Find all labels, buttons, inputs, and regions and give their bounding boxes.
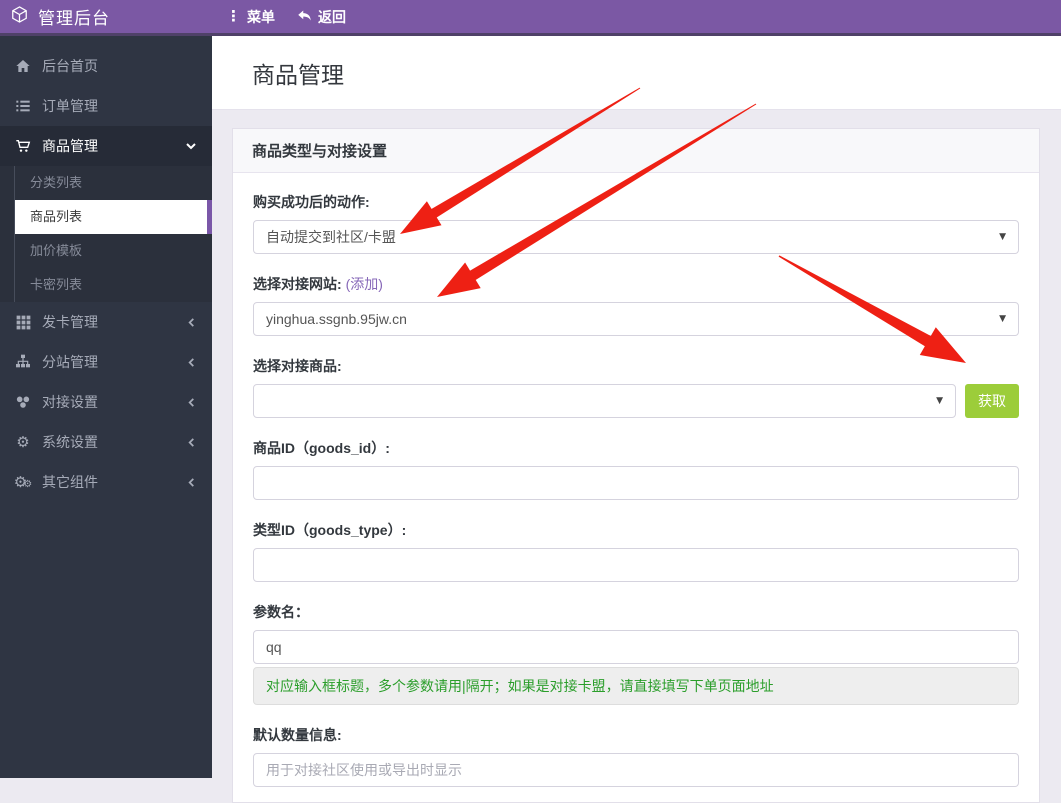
sidebar-item-label: 订单管理 — [42, 96, 98, 116]
sidebar-item-label: 发卡管理 — [42, 312, 98, 332]
field-param-name: 参数名： 对应输入框标题，多个参数请用|隔开；如果是对接卡盟，请直接填写下单页面… — [253, 602, 1019, 705]
select-value: yinghua.ssgnb.95jw.cn — [266, 311, 407, 327]
sidebar-item-docking-settings[interactable]: 对接设置 — [0, 382, 212, 422]
caret-down-icon: ▼ — [999, 314, 1006, 324]
app-title: 管理后台 — [38, 4, 110, 29]
back-label: 返回 — [318, 7, 346, 27]
panel-title: 商品类型与对接设置 — [233, 129, 1039, 173]
add-site-link[interactable]: (添加) — [346, 276, 383, 292]
sidebar-item-dashboard[interactable]: 后台首页 — [0, 46, 212, 86]
page-title: 商品管理 — [252, 56, 1061, 90]
goods-submenu: 分类列表 商品列表 加价模板 卡密列表 — [0, 166, 212, 302]
field-label: 参数名： — [253, 602, 1019, 622]
field-purchase-action: 购买成功后的动作: 自动提交到社区/卡盟 ▼ — [253, 192, 1019, 254]
admin-app: 管理后台 ⋮ 菜单 返回 后台首页 — [0, 0, 1061, 778]
back-button[interactable]: 返回 — [297, 7, 346, 27]
goods-id-input[interactable] — [253, 466, 1019, 500]
panel-body: 购买成功后的动作: 自动提交到社区/卡盟 ▼ 选择对接网站: (添加) ying… — [233, 173, 1039, 802]
sidebar-item-other-components[interactable]: ⚙⚙ 其它组件 — [0, 462, 212, 502]
field-dock-goods: 选择对接商品: ▼ 获取 — [253, 356, 1019, 418]
chevron-down-icon — [186, 141, 196, 151]
list-icon — [14, 98, 32, 114]
sidebar-item-label: 后台首页 — [42, 56, 98, 76]
sidebar-item-goods-list[interactable]: 商品列表 — [15, 200, 212, 234]
sidebar: 后台首页 订单管理 商品管理 分类列表 商品列表 加价模 — [0, 36, 212, 778]
sidebar-item-markup-template[interactable]: 加价模板 — [0, 234, 212, 268]
gears-icon: ⚙⚙ — [14, 474, 32, 490]
menu-toggle-button[interactable]: ⋮ 菜单 — [226, 7, 275, 27]
field-label: 选择对接网站: (添加) — [253, 274, 1019, 294]
sidebar-item-category-list[interactable]: 分类列表 — [0, 166, 212, 200]
shell: 后台首页 订单管理 商品管理 分类列表 商品列表 加价模 — [0, 36, 1061, 778]
gear-icon: ⚙ — [14, 435, 32, 450]
app-brand: 管理后台 — [0, 4, 212, 29]
purchase-action-select[interactable]: 自动提交到社区/卡盟 ▼ — [253, 220, 1019, 254]
field-dock-site: 选择对接网站: (添加) yinghua.ssgnb.95jw.cn ▼ — [253, 274, 1019, 336]
select-value: 自动提交到社区/卡盟 — [266, 227, 396, 247]
page-header: 商品管理 — [212, 36, 1061, 110]
chevron-left-icon — [187, 438, 196, 447]
field-goods-id: 商品ID（goods_id）: — [253, 438, 1019, 500]
field-label: 类型ID（goods_type）: — [253, 520, 1019, 540]
default-qty-input[interactable] — [253, 753, 1019, 787]
sidebar-item-goods[interactable]: 商品管理 — [0, 126, 212, 166]
sidebar-item-orders[interactable]: 订单管理 — [0, 86, 212, 126]
caret-down-icon: ▼ — [936, 396, 943, 406]
sidebar-item-label: 商品管理 — [42, 136, 98, 156]
field-label: 默认数量信息: — [253, 725, 1019, 745]
topbar: 管理后台 ⋮ 菜单 返回 — [0, 0, 1061, 36]
main-content: 商品管理 商品类型与对接设置 购买成功后的动作: 自动提交到社区/卡盟 ▼ 选择… — [212, 36, 1061, 778]
dock-goods-select[interactable]: ▼ — [253, 384, 956, 418]
dock-site-select[interactable]: yinghua.ssgnb.95jw.cn ▼ — [253, 302, 1019, 336]
field-label: 商品ID（goods_id）: — [253, 438, 1019, 458]
vertical-ellipsis-icon: ⋮ — [226, 9, 241, 24]
goods-docking-panel: 商品类型与对接设置 购买成功后的动作: 自动提交到社区/卡盟 ▼ 选择对接网站:… — [232, 128, 1040, 803]
goods-type-input[interactable] — [253, 548, 1019, 582]
grid-icon — [14, 315, 32, 330]
sidebar-item-label: 其它组件 — [42, 472, 98, 492]
param-help-text: 对应输入框标题，多个参数请用|隔开；如果是对接卡盟，请直接填写下单页面地址 — [253, 667, 1019, 705]
cube-logo-icon — [10, 5, 29, 29]
sitemap-icon — [14, 354, 32, 370]
sidebar-item-label: 分站管理 — [42, 352, 98, 372]
menu-label: 菜单 — [247, 7, 275, 27]
field-label: 选择对接商品: — [253, 356, 1019, 376]
sidebar-item-card-list[interactable]: 卡密列表 — [0, 268, 212, 302]
chevron-left-icon — [187, 318, 196, 327]
topbar-links: ⋮ 菜单 返回 — [212, 7, 346, 27]
chevron-left-icon — [187, 398, 196, 407]
reply-arrow-icon — [297, 8, 312, 26]
chevron-left-icon — [187, 358, 196, 367]
sidebar-item-label: 对接设置 — [42, 392, 98, 412]
caret-down-icon: ▼ — [999, 232, 1006, 242]
sidebar-item-substation[interactable]: 分站管理 — [0, 342, 212, 382]
sidebar-item-system-settings[interactable]: ⚙ 系统设置 — [0, 422, 212, 462]
sidebar-item-label: 系统设置 — [42, 432, 98, 452]
cart-icon — [14, 138, 32, 154]
field-goods-type: 类型ID（goods_type）: — [253, 520, 1019, 582]
param-name-input[interactable] — [253, 630, 1019, 664]
field-label: 购买成功后的动作: — [253, 192, 1019, 212]
fetch-button[interactable]: 获取 — [965, 384, 1019, 418]
nodes-cluster-icon — [14, 394, 32, 410]
sidebar-item-card-issue[interactable]: 发卡管理 — [0, 302, 212, 342]
home-icon — [14, 58, 32, 74]
chevron-left-icon — [187, 478, 196, 487]
